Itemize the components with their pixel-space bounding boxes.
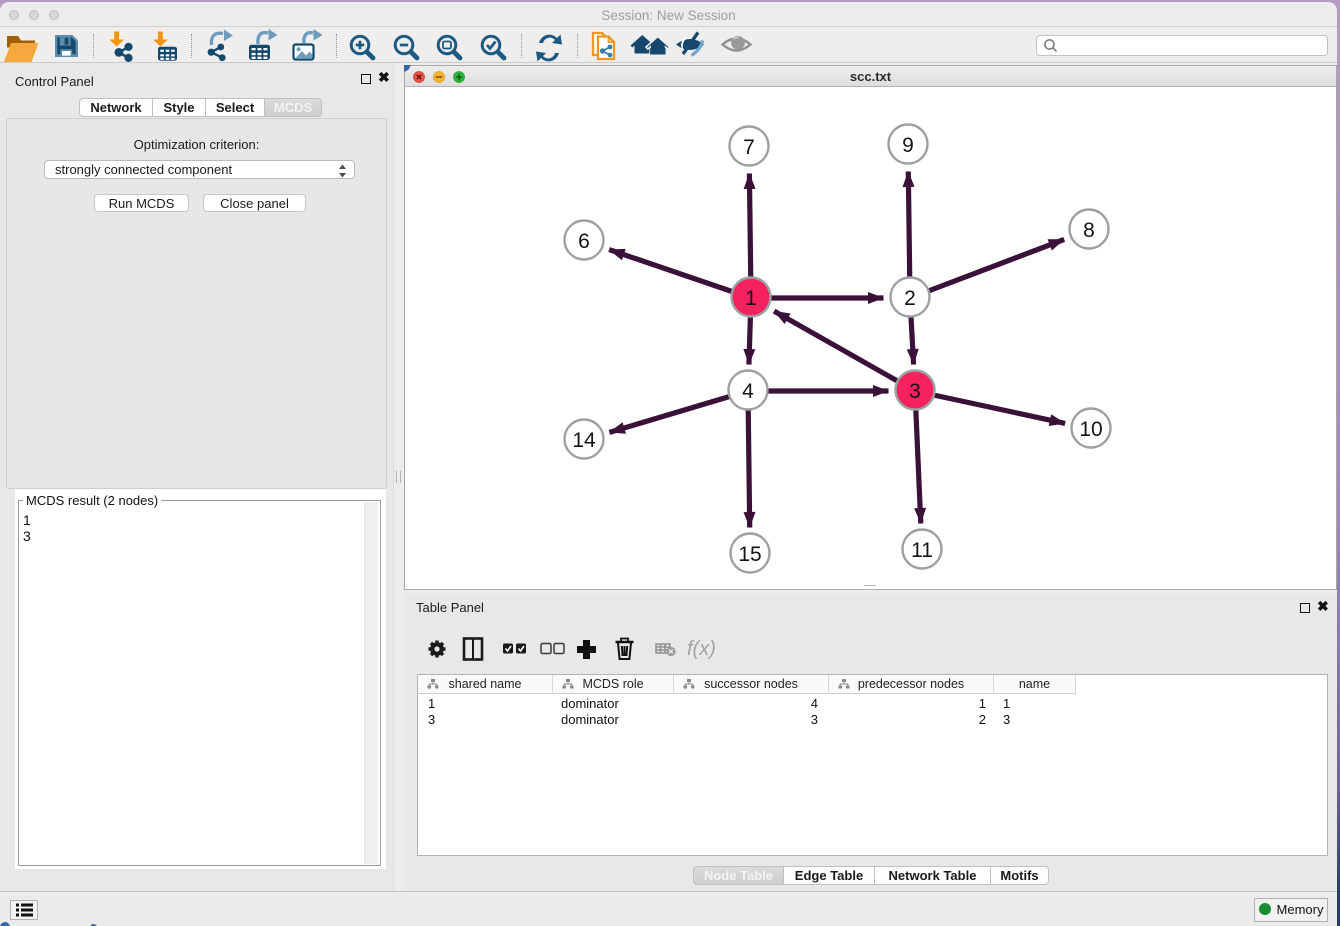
- svg-text:9: 9: [902, 134, 914, 157]
- svg-text:8: 8: [1083, 219, 1095, 242]
- svg-text:3: 3: [909, 380, 921, 403]
- svg-text:f(x): f(x): [687, 638, 716, 660]
- svg-text:11: 11: [911, 539, 933, 562]
- svg-text:7: 7: [743, 136, 755, 159]
- svg-text:4: 4: [742, 380, 754, 403]
- svg-text:1: 1: [745, 287, 757, 310]
- svg-text:2: 2: [904, 287, 916, 310]
- svg-text:15: 15: [738, 543, 761, 566]
- svg-text:10: 10: [1079, 418, 1102, 441]
- svg-text:14: 14: [572, 429, 596, 452]
- svg-text:6: 6: [578, 230, 590, 253]
